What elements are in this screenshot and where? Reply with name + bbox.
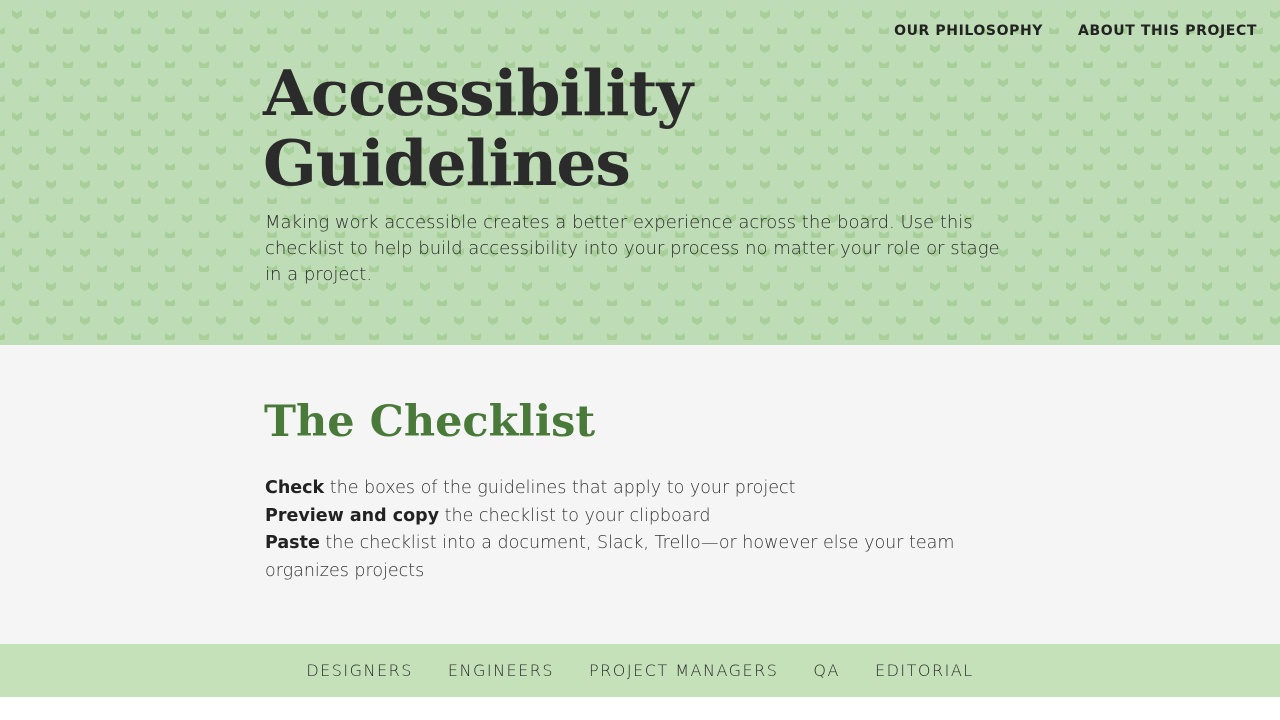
role-tab-designers[interactable]: DESIGNERS <box>306 661 413 680</box>
instruction-preview: Preview and copy the checklist to your c… <box>265 503 1025 531</box>
instruction-paste-bold: Paste <box>265 533 320 553</box>
checklist-title: The Checklist <box>264 397 596 447</box>
hero-description: Making work accessible creates a better … <box>265 212 1000 285</box>
nav-link-about-this-project[interactable]: ABOUT THIS PROJECT <box>1078 23 1257 39</box>
instruction-paste-text: the checklist into a document, Slack, Tr… <box>265 533 955 581</box>
content-area-start <box>0 697 1280 720</box>
role-tab-qa[interactable]: QA <box>813 661 840 680</box>
checklist-section: The Checklist Check the boxes of the gui… <box>0 345 1280 644</box>
page-title-line-2: Guidelines <box>263 126 631 200</box>
instruction-check-bold: Check <box>265 478 325 498</box>
instruction-check-text: the boxes of the guidelines that apply t… <box>324 478 796 498</box>
nav-link-our-philosophy[interactable]: OUR PHILOSOPHY <box>894 23 1043 39</box>
page-title-line-1: Accessibility <box>263 56 693 130</box>
instruction-paste: Paste the checklist into a document, Sla… <box>265 530 1025 585</box>
role-tab-project-managers[interactable]: PROJECT MANAGERS <box>589 661 778 680</box>
checklist-instructions: Check the boxes of the guidelines that a… <box>265 475 1025 585</box>
page-title: Accessibility Guidelines <box>263 56 693 200</box>
role-navigation: DESIGNERS ENGINEERS PROJECT MANAGERS QA … <box>0 644 1280 697</box>
instruction-preview-bold: Preview and copy <box>265 505 440 526</box>
instruction-preview-text: the checklist to your clipboard <box>439 505 711 526</box>
instruction-check: Check the boxes of the guidelines that a… <box>265 475 1025 503</box>
hero-banner: OUR PHILOSOPHY ABOUT THIS PROJECT Access… <box>0 0 1280 345</box>
role-tab-editorial[interactable]: EDITORIAL <box>875 661 974 680</box>
role-tab-engineers[interactable]: ENGINEERS <box>448 661 554 680</box>
top-navigation: OUR PHILOSOPHY ABOUT THIS PROJECT <box>894 23 1257 39</box>
